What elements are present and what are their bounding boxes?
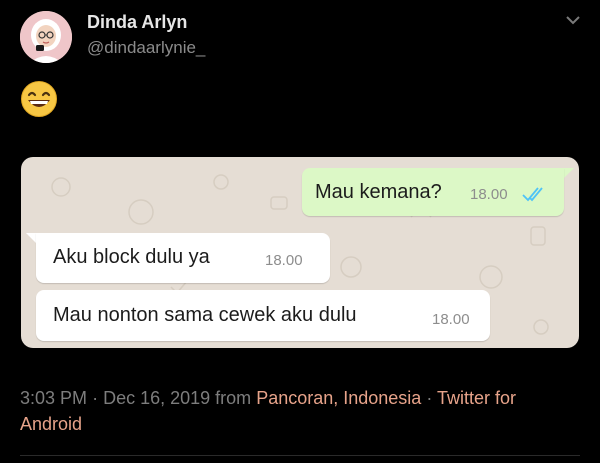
- avatar[interactable]: [20, 11, 72, 63]
- message-time: 18.00: [432, 311, 470, 328]
- incoming-bubble-tail: [26, 233, 36, 243]
- author-handle[interactable]: @dindaarlynie_: [87, 38, 205, 58]
- meta-separator: ·: [92, 388, 99, 408]
- message-text: Mau kemana?: [315, 181, 442, 203]
- chat-screenshot: Mau kemana? 18.00 Aku block dulu ya 18.0…: [21, 157, 579, 348]
- author-name[interactable]: Dinda Arlyn: [87, 12, 187, 33]
- message-text: Mau nonton sama cewek aku dulu: [53, 304, 357, 326]
- double-check-icon: [522, 187, 543, 202]
- chat-message-incoming: Aku block dulu ya 18.00: [36, 233, 330, 283]
- outgoing-bubble-tail: [564, 168, 574, 178]
- chat-message-outgoing: Mau kemana? 18.00: [302, 168, 564, 216]
- tweet-date[interactable]: Dec 16, 2019: [103, 388, 210, 408]
- tweet-meta: 3:03 PM · Dec 16, 2019 from Pancoran, In…: [20, 385, 560, 437]
- grinning-emoji-icon: [21, 81, 57, 117]
- tweet-location-link[interactable]: Pancoran, Indonesia: [256, 388, 421, 408]
- chat-message-incoming: Mau nonton sama cewek aku dulu 18.00: [36, 290, 490, 341]
- tweet-time[interactable]: 3:03 PM: [20, 388, 87, 408]
- from-label: from: [215, 388, 252, 408]
- chevron-down-icon[interactable]: [563, 12, 583, 28]
- message-text: Aku block dulu ya: [53, 246, 210, 268]
- message-time: 18.00: [265, 252, 303, 269]
- message-time: 18.00: [470, 186, 508, 203]
- divider: [20, 455, 580, 456]
- avatar-image: [20, 11, 72, 63]
- meta-separator: ·: [426, 388, 433, 408]
